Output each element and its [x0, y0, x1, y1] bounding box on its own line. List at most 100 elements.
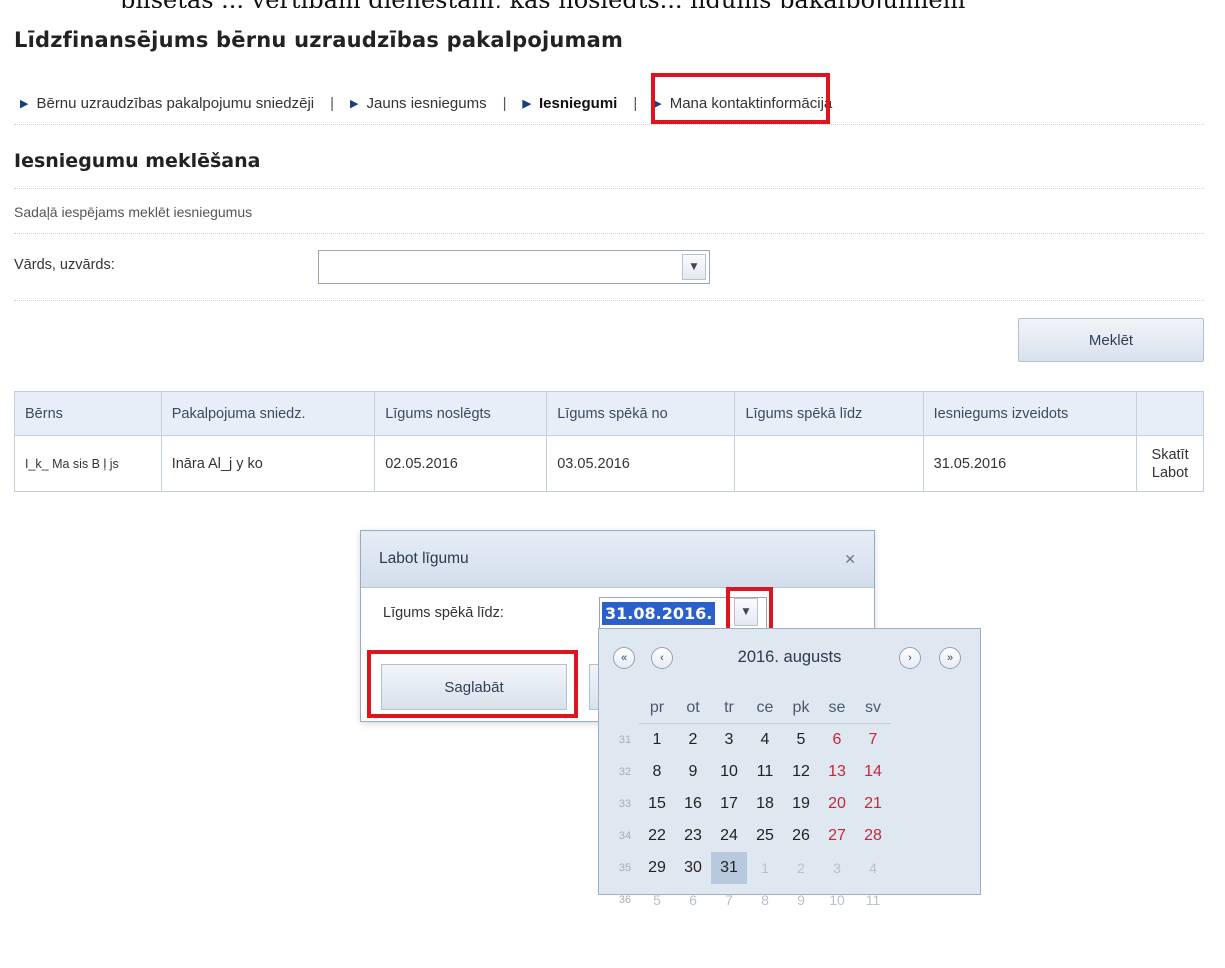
calendar-day[interactable]: 29	[639, 852, 675, 884]
nav-item-new-application[interactable]: ▶ Jauns iesniegums	[344, 95, 493, 112]
calendar-day[interactable]: 3	[711, 724, 747, 757]
calendar-day[interactable]: 30	[675, 852, 711, 884]
table-row: I_k_ Ma sis B ļ js Ināra Al_j y ko 02.05…	[14, 435, 1204, 492]
section-title: Iesniegumu meklēšana	[14, 150, 261, 172]
calendar-day[interactable]: 2	[783, 852, 819, 884]
calendar-day[interactable]: 27	[819, 820, 855, 852]
nav-item-providers[interactable]: ▶ Bērnu uzraudzības pakalpojumu sniedzēj…	[14, 95, 320, 112]
week-number: 35	[618, 862, 632, 874]
calendar-day[interactable]: 21	[855, 788, 891, 820]
calendar-day[interactable]: 5	[783, 724, 819, 757]
calendar-day[interactable]: 16	[675, 788, 711, 820]
calendar-day[interactable]: 17	[711, 788, 747, 820]
calendar-week-row: 36 5 6 7 8 9 10 11	[611, 884, 891, 916]
date-picker-calendar: « ‹ 2016. augusts › » pr ot tr ce pk se …	[598, 628, 981, 908]
calendar-day[interactable]: 7	[855, 724, 891, 757]
calendar-day[interactable]: 6	[675, 884, 711, 916]
week-number: 31	[618, 733, 632, 746]
calendar-day[interactable]: 26	[783, 820, 819, 852]
triangle-right-icon: ▶	[20, 97, 29, 110]
double-chevron-right-icon[interactable]: »	[939, 647, 961, 669]
calendar-day[interactable]: 19	[783, 788, 819, 820]
chevron-down-icon[interactable]: ▼	[682, 254, 706, 280]
calendar-day[interactable]: 20	[819, 788, 855, 820]
calendar-day[interactable]: 3	[819, 852, 855, 884]
calendar-day[interactable]: 1	[639, 724, 675, 757]
calendar-day[interactable]: 4	[855, 852, 891, 884]
triangle-right-icon: ▶	[350, 97, 359, 110]
week-number: 34	[618, 830, 632, 842]
weekday-header: se	[819, 693, 855, 724]
calendar-day[interactable]: 14	[855, 756, 891, 788]
calendar-week-row: 32 8 9 10 11 12 13 14	[611, 756, 891, 788]
name-combobox[interactable]: ▼	[318, 250, 710, 284]
calendar-day[interactable]: 11	[747, 756, 783, 788]
calendar-day[interactable]: 9	[675, 756, 711, 788]
calendar-day[interactable]: 1	[747, 852, 783, 884]
calendar-day-selected[interactable]: 31	[711, 852, 747, 884]
calendar-month-title: 2016. augusts	[737, 648, 842, 666]
cropped-top-text: pilsētas ... vērtībām dienestam, kas nos…	[120, 0, 1220, 8]
nav-item-label: Bērnu uzraudzības pakalpojumu sniedzēji	[36, 94, 315, 112]
calendar-day[interactable]: 13	[819, 756, 855, 788]
calendar-day[interactable]: 10	[819, 884, 855, 916]
view-link[interactable]: Skatīt	[1141, 446, 1199, 464]
calendar-day[interactable]: 22	[639, 820, 675, 852]
calendar-week-row: 34 22 23 24 25 26 27 28	[611, 820, 891, 852]
calendar-header: « ‹ 2016. augusts › »	[599, 647, 980, 677]
page-title: Līdzfinansējums bērnu uzraudzības pakalp…	[14, 28, 624, 52]
calendar-week-row: 35 29 30 31 1 2 3 4	[611, 852, 891, 884]
calendar-day[interactable]: 2	[675, 724, 711, 757]
divider	[14, 300, 1204, 301]
name-label: Vārds, uzvārds:	[14, 257, 115, 273]
calendar-day[interactable]: 18	[747, 788, 783, 820]
calendar-day[interactable]: 7	[711, 884, 747, 916]
divider	[14, 188, 1204, 189]
name-input[interactable]	[319, 251, 679, 283]
column-header: Līgums spēkā no	[546, 391, 736, 436]
section-description: Sadaļā iespējams meklēt iesniegumus	[14, 204, 253, 220]
column-header: Bērns	[14, 391, 162, 436]
column-header: Iesniegums izveidots	[922, 391, 1138, 436]
calendar-day[interactable]: 23	[675, 820, 711, 852]
results-table: Bērns Pakalpojuma sniedz. Līgums noslēgt…	[14, 391, 1204, 492]
calendar-day[interactable]: 6	[819, 724, 855, 757]
close-icon[interactable]: ✕	[844, 551, 856, 568]
calendar-day[interactable]: 11	[855, 884, 891, 916]
calendar-day[interactable]: 8	[747, 884, 783, 916]
nav-item-applications[interactable]: ▶ Iesniegumi	[517, 95, 624, 112]
calendar-day[interactable]: 4	[747, 724, 783, 757]
calendar-day[interactable]: 24	[711, 820, 747, 852]
search-button[interactable]: Meklēt	[1018, 318, 1204, 362]
calendar-day[interactable]: 8	[639, 756, 675, 788]
calendar-day[interactable]: 15	[639, 788, 675, 820]
calendar-week-row: 31 1 2 3 4 5 6 7	[611, 724, 891, 757]
dialog-title: Labot līgumu	[379, 550, 469, 567]
column-header	[1136, 391, 1204, 436]
calendar-day[interactable]: 12	[783, 756, 819, 788]
dialog-header: Labot līgumu ✕	[361, 531, 874, 588]
date-value[interactable]: 31.08.2016.	[602, 601, 716, 625]
calendar-day[interactable]: 9	[783, 884, 819, 916]
week-number-header	[611, 693, 639, 724]
week-number: 32	[618, 766, 632, 778]
column-header: Pakalpojuma sniedz.	[160, 391, 376, 436]
calendar-day[interactable]: 5	[639, 884, 675, 916]
calendar-day[interactable]: 28	[855, 820, 891, 852]
nav-item-label: Jauns iesniegums	[366, 94, 487, 112]
column-header: Līgums noslēgts	[374, 391, 548, 436]
nav-item-label: Iesniegumi	[538, 94, 618, 112]
row-actions: Skatīt Labot	[1136, 435, 1204, 492]
chevron-right-icon[interactable]: ›	[899, 647, 921, 669]
weekday-header: pr	[639, 693, 675, 724]
nav-item-contact-info[interactable]: ▶ Mana kontaktinformācija	[647, 95, 838, 112]
divider	[14, 233, 1204, 234]
calendar-week-row: 33 15 16 17 18 19 20 21	[611, 788, 891, 820]
weekday-header: pk	[783, 693, 819, 724]
application-created: 31.05.2016	[922, 435, 1138, 492]
week-number: 33	[618, 798, 632, 810]
provider-name: Ināra Al_j y ko	[160, 435, 376, 492]
edit-link[interactable]: Labot	[1141, 464, 1199, 482]
calendar-day[interactable]: 10	[711, 756, 747, 788]
calendar-day[interactable]: 25	[747, 820, 783, 852]
